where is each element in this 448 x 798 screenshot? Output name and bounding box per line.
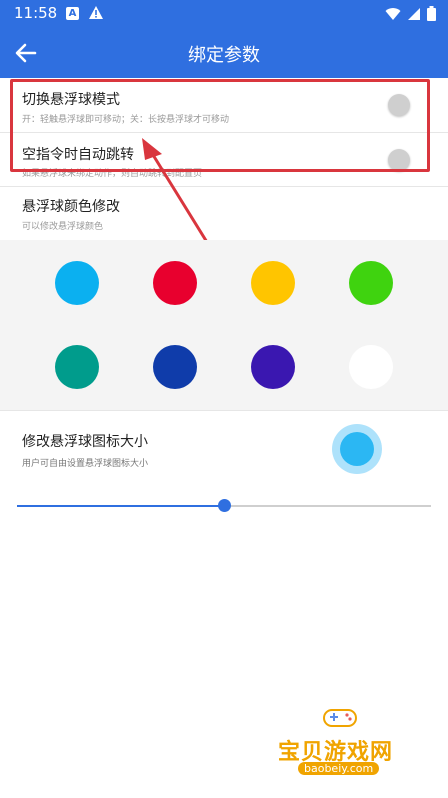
setting-subtitle: 用户可自由设置悬浮球图标大小 [22,459,149,469]
color-swatch-blue[interactable] [55,261,99,305]
color-swatch-navy[interactable] [153,345,197,389]
color-swatch-purple[interactable] [251,345,295,389]
color-picker-panel [0,240,448,410]
color-swatch-yellow[interactable] [251,261,295,305]
color-swatch-red[interactable] [153,261,197,305]
color-swatch-green[interactable] [349,261,393,305]
slider-thumb[interactable] [218,499,231,512]
setting-row-icon-size: 修改悬浮球图标大小 用户可自由设置悬浮球图标大小 [0,410,448,500]
float-ball-preview [332,424,382,474]
icon-size-slider[interactable] [17,499,431,512]
setting-title: 修改悬浮球图标大小 [22,434,148,450]
watermark-url: baobeiy.com [298,762,380,775]
color-swatch-white[interactable] [349,345,393,389]
slider-fill [17,505,224,507]
gamepad-icon [323,709,357,727]
watermark-logo: 宝贝游戏网 baobeiy.com [270,700,420,780]
color-swatch-teal[interactable] [55,345,99,389]
float-ball-preview-core [340,432,374,466]
